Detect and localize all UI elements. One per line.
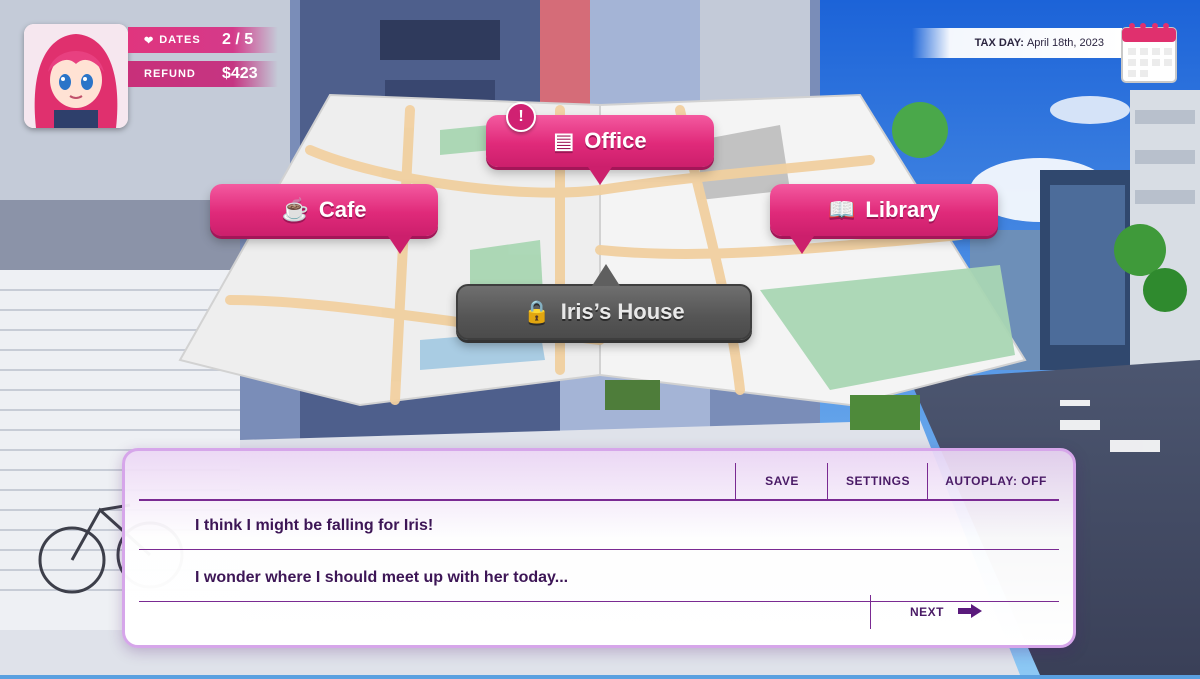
dates-stat: ❤ DATES 2 / 5 [128, 27, 278, 53]
dialog-line-2: I wonder where I should meet up with her… [195, 569, 569, 586]
open-book-icon: 📖 [828, 197, 856, 222]
next-button[interactable]: NEXT [870, 595, 1021, 629]
tax-day-banner: TAX DAY: April 18th, 2023 [912, 28, 1122, 58]
bubble-tail [388, 236, 412, 254]
bubble-tail [588, 167, 612, 185]
next-label: NEXT [909, 605, 944, 619]
document-icon: ▤ [553, 128, 575, 153]
dates-label-text: DATES [159, 34, 201, 46]
dates-value: 2 / 5 [222, 31, 254, 48]
location-cafe-label: Cafe [318, 197, 367, 222]
bubble-tail [592, 264, 620, 286]
heart-icon: ❤ [144, 34, 155, 47]
dialog-divider [139, 499, 1059, 501]
coffee-cup-icon: ☕ [281, 197, 309, 222]
tax-day-date: April 18th, 2023 [1026, 37, 1104, 49]
arrow-right-icon [958, 603, 982, 621]
location-office-label: Office [584, 128, 647, 153]
location-iris-house-label: Iris’s House [560, 299, 685, 324]
tax-day-label: TAX DAY: [974, 37, 1024, 49]
dialog-divider [139, 549, 1059, 550]
dialog-box: SAVE SETTINGS AUTOPLAY: OFF I think I mi… [122, 448, 1076, 648]
refund-stat: REFUND $423 [128, 61, 278, 87]
location-cafe-button[interactable]: ☕ Cafe [210, 184, 438, 254]
alert-badge: ! [506, 102, 536, 132]
dates-label: ❤ DATES [144, 34, 201, 47]
refund-value: $423 [222, 65, 258, 82]
character-portrait[interactable] [24, 24, 128, 128]
location-library-button[interactable]: 📖 Library [770, 184, 998, 254]
location-iris-house-button[interactable]: 🔒 Iris’s House [456, 264, 752, 340]
autoplay-toggle[interactable]: AUTOPLAY: OFF [927, 463, 1064, 499]
bubble-tail [790, 236, 814, 254]
refund-label: REFUND [144, 68, 196, 80]
location-library-label: Library [865, 197, 940, 222]
settings-button[interactable]: SETTINGS [827, 463, 928, 499]
stats-panel: ❤ DATES 2 / 5 REFUND $423 [128, 26, 278, 90]
dialog-line-1: I think I might be falling for Iris! [195, 517, 434, 534]
calendar-icon[interactable] [1120, 20, 1178, 84]
lock-icon: 🔒 [523, 299, 551, 324]
save-button[interactable]: SAVE [735, 463, 828, 499]
